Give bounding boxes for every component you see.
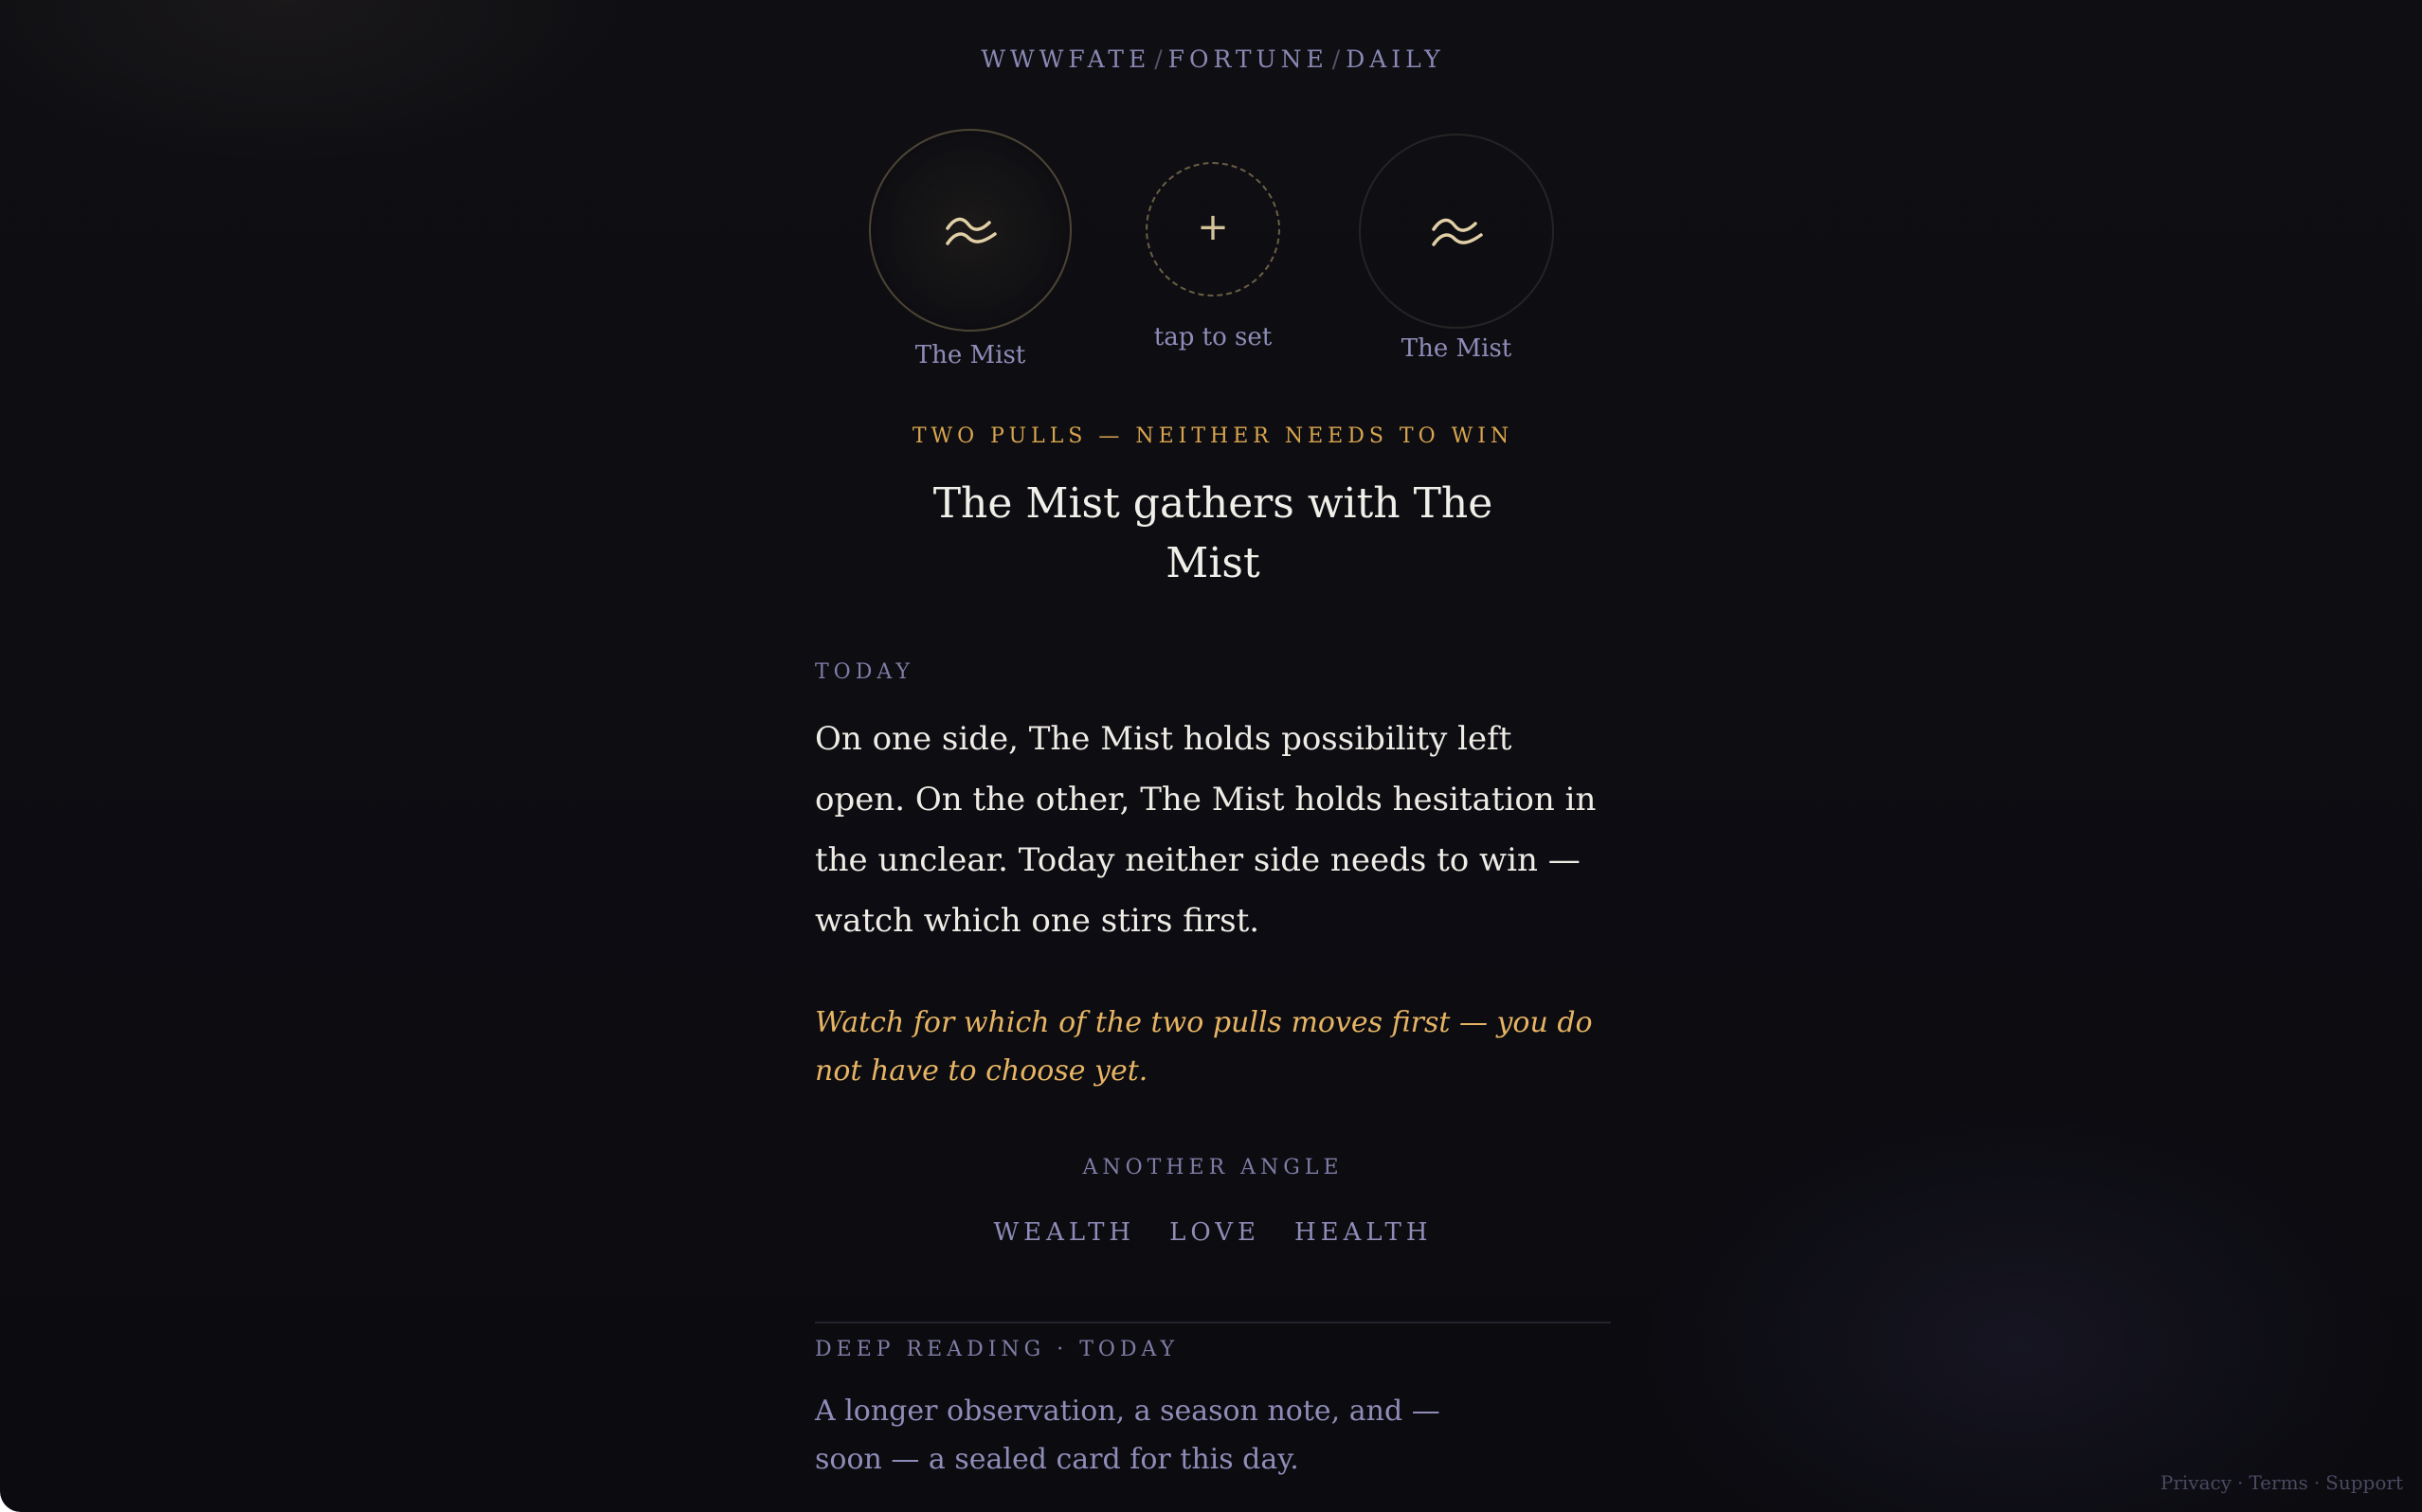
pull-right-label: The Mist [1401,334,1512,363]
breadcrumb: WWWFATE / FORTUNE / DAILY [815,45,1611,73]
pull-center-label: tap to set [1153,323,1273,351]
breadcrumb-item-fortune[interactable]: FORTUNE [1168,45,1328,73]
deep-reading-label: DEEP READING · TODAY [815,1338,1180,1361]
plus-icon: + [1197,206,1229,250]
today-reading: On one side, The Mist holds possibility … [815,720,1597,940]
privacy-link[interactable]: Privacy [2160,1471,2232,1494]
breadcrumb-separator: / [1154,45,1165,73]
pull-set-button[interactable]: + [1146,162,1280,297]
page: WWWFATE / FORTUNE / DAILY The Mist + tap to … [0,0,2422,1512]
mist-icon [1432,218,1483,246]
divider [815,1322,1611,1323]
angle-wealth-link[interactable]: WEALTH [993,1218,1135,1247]
pull-right-orb[interactable] [1359,134,1554,329]
pull-right[interactable]: The Mist [1359,134,1554,363]
support-link[interactable]: Support [2325,1471,2403,1494]
terms-link[interactable]: Terms [2249,1471,2307,1494]
pull-center[interactable]: + tap to set [1137,162,1289,351]
mist-icon [946,217,997,245]
today-label: TODAY [815,660,914,684]
angle-options: WEALTH LOVE HEALTH [815,1218,1611,1247]
pull-left[interactable]: The Mist [869,129,1072,369]
angle-health-link[interactable]: HEALTH [1294,1218,1433,1247]
page-title: The Mist gathers with The Mist [932,479,1493,587]
another-angle-label: ANOTHER ANGLE [1082,1156,1344,1179]
breadcrumb-item-site[interactable]: WWWFATE [981,45,1150,73]
pull-left-orb[interactable] [869,129,1072,332]
breadcrumb-item-daily[interactable]: DAILY [1346,45,1444,73]
breadcrumb-separator: / [1331,45,1343,73]
angle-love-link[interactable]: LOVE [1169,1218,1260,1247]
today-advice: Watch for which of the two pulls moves f… [815,1006,1593,1088]
deep-reading-text: A longer observation, a season note, and… [815,1395,1440,1476]
footer-links: Privacy · Terms · Support [2160,1471,2403,1494]
pull-left-label: The Mist [914,341,1026,369]
footer-separator: · [2313,1471,2321,1494]
footer-separator: · [2237,1471,2244,1494]
tagline: TWO PULLS — NEITHER NEEDS TO WIN [912,424,1514,448]
